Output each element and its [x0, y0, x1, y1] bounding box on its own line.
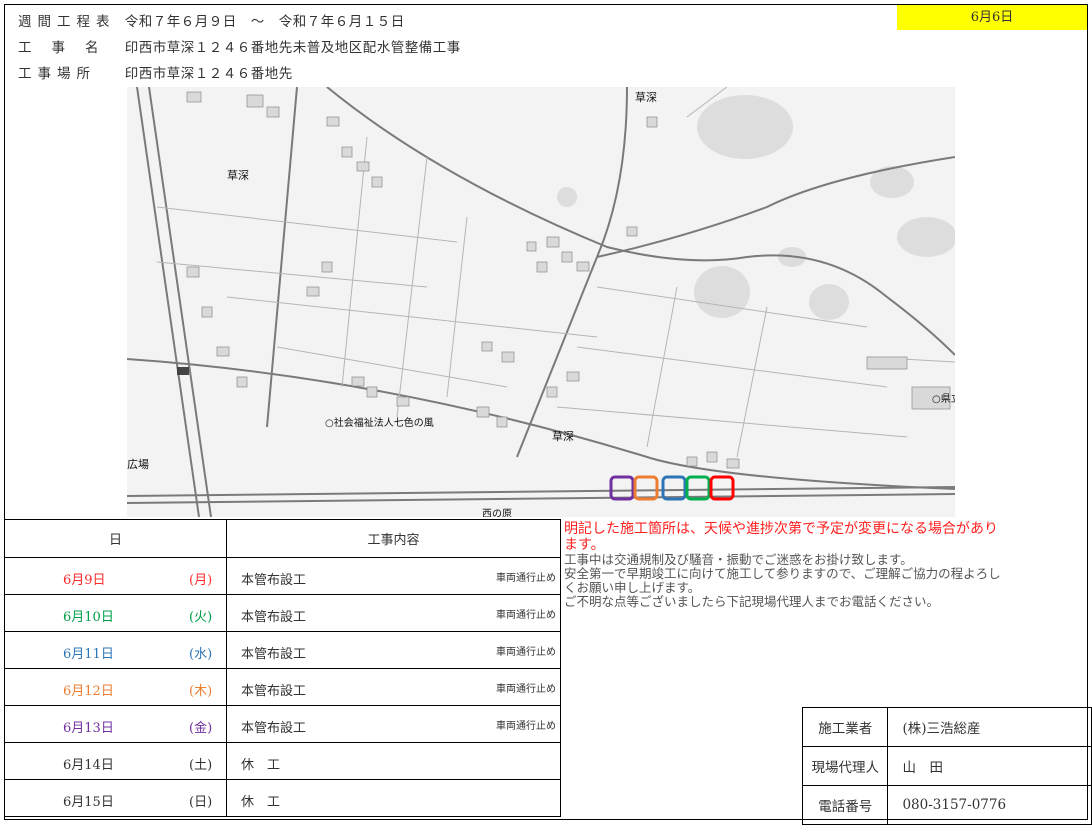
row-note: 車両通行止め [496, 573, 556, 584]
row-weekday: (金) [189, 721, 213, 736]
col-day: 日 [4, 519, 227, 558]
schedule-label: 週間工程表 [18, 14, 116, 30]
row-date: 6月15日 [63, 795, 114, 810]
agent-name: 山 田 [887, 746, 1092, 786]
col-work: 工事内容 [226, 519, 561, 558]
row-date: 6月14日 [63, 758, 114, 773]
row-date: 6月11日 [63, 647, 114, 662]
project-label: 工事名 [18, 40, 119, 56]
project-row: 工事名 印西市草深１２４６番地先未普及地区配水管整備工事 [18, 36, 461, 56]
map-label-hiroba: 広場 [127, 458, 149, 471]
notice-line-1: 工事中は交通規制及び騒音・振動でご迷惑をお掛け致します。 [564, 552, 913, 567]
row-note: 車両通行止め [496, 647, 556, 658]
agent-row: 現場代理人 山 田 [801, 746, 1092, 786]
map-label-kusabuka-1: 草深 [227, 169, 249, 182]
work-cell: 休 工 [226, 742, 561, 780]
issue-date: 6月6日 [897, 5, 1087, 30]
contractor-row: 施工業者 (株)三浩総産 [801, 707, 1092, 747]
phone-label: 電話番号 [801, 785, 889, 825]
notice-line-3: ご不明な点等ございましたら下記現場代理人までお電話ください。 [564, 594, 940, 609]
work-cell: 本管布設工 車両通行止め [226, 705, 561, 743]
contact-table: 施工業者 (株)三浩総産 現場代理人 山 田 電話番号 080-3157-077… [801, 707, 1092, 825]
work-cell: 本管布設工 車両通行止め [226, 557, 561, 595]
map-label-nishinohara: 西の原 [482, 508, 512, 517]
row-date: 6月13日 [63, 721, 114, 736]
ponds [557, 95, 955, 320]
day-cell: 6月12日 (木) [4, 668, 227, 706]
agent-label: 現場代理人 [801, 746, 889, 786]
notice-block: 明記した施工箇所は、天候や進捗次第で予定が変更になる場合があります。 工事中は交… [564, 521, 1004, 609]
site-name: 印西市草深１２４６番地先 [124, 66, 293, 82]
row-work: 本管布設工 [241, 573, 307, 588]
schedule-header-row: 週間工程表 令和７年６月９日 ～ 令和７年６月１５日 [18, 10, 405, 30]
work-cell: 本管布設工 車両通行止め [226, 668, 561, 706]
day-cell: 6月15日 (日) [4, 779, 227, 817]
row-work: 本管布設工 [241, 721, 307, 736]
map-label-welfare: ○社会福祉法人七色の風 [325, 416, 434, 429]
construction-marker-4 [685, 475, 711, 501]
phone-number[interactable]: 080-3157-0776 [887, 785, 1092, 825]
map-label-kusabuka-2: 草深 [635, 91, 657, 104]
schedule-row: 6月12日 (木) 本管布設工 車両通行止め [4, 668, 561, 706]
phone-row: 電話番号 080-3157-0776 [801, 785, 1092, 825]
notice-line-2: 安全第一で早期竣工に向けて施工して参りますので、ご理解ご協力の程よろしくお願い申… [564, 566, 1001, 595]
schedule-row: 6月13日 (金) 本管布設工 車両通行止め [4, 705, 561, 743]
map-label-kusabuka-3: 草深 [552, 430, 574, 443]
minor-roads [156, 87, 955, 458]
day-cell: 6月14日 (土) [4, 742, 227, 780]
site-label: 工事場所 [18, 66, 96, 82]
work-cell: 休 工 [226, 779, 561, 817]
row-weekday: (水) [189, 647, 213, 662]
day-cell: 6月9日 (月) [4, 557, 227, 595]
work-cell: 本管布設工 車両通行止め [226, 631, 561, 669]
row-work: 本管布設工 [241, 610, 307, 625]
row-date: 6月10日 [63, 610, 114, 625]
row-date: 6月12日 [63, 684, 114, 699]
row-note: 車両通行止め [496, 684, 556, 695]
construction-marker-2 [633, 475, 659, 501]
row-date: 6月9日 [63, 573, 106, 588]
map-graphic: 草深 草深 草深 広場 ○社会福祉法人七色の風 ○県立 西の原 [127, 87, 955, 517]
schedule-row: 6月11日 (水) 本管布設工 車両通行止め [4, 631, 561, 669]
schedule-row: 6月9日 (月) 本管布設工 車両通行止め [4, 557, 561, 595]
construction-marker-3 [661, 475, 687, 501]
site-map: 草深 草深 草深 広場 ○社会福祉法人七色の風 ○県立 西の原 [127, 87, 955, 517]
day-cell: 6月13日 (金) [4, 705, 227, 743]
map-label-prefectural: ○県立 [932, 392, 955, 405]
day-cell: 6月10日 (火) [4, 594, 227, 632]
row-note: 車両通行止め [496, 721, 556, 732]
buildings [186, 91, 951, 469]
schedule-row: 6月15日 (日) 休 工 [4, 779, 561, 817]
site-row: 工事場所 印西市草深１２４６番地先 [18, 62, 293, 82]
contractor-label: 施工業者 [801, 707, 889, 747]
day-cell: 6月11日 (水) [4, 631, 227, 669]
row-work: 本管布設工 [241, 647, 307, 662]
row-weekday: (木) [189, 684, 213, 699]
row-weekday: (火) [189, 610, 213, 625]
contractor-name: (株)三浩総産 [887, 707, 1092, 747]
work-cell: 本管布設工 車両通行止め [226, 594, 561, 632]
row-note: 車両通行止め [496, 610, 556, 621]
row-work: 本管布設工 [241, 684, 307, 699]
schedule-table: 日 工事内容 6月9日 (月) 本管布設工 車両通行止め 6月10日 (火) 本管布設工 車両… [4, 519, 561, 817]
construction-marker-1 [609, 475, 635, 501]
row-work: 休 工 [241, 758, 281, 773]
schedule-header: 日 工事内容 [4, 519, 561, 558]
row-weekday: (土) [189, 758, 213, 773]
project-name: 印西市草深１２４６番地先未普及地区配水管整備工事 [124, 40, 461, 56]
row-work: 休 工 [241, 795, 281, 810]
schedule-period: 令和７年６月９日 ～ 令和７年６月１５日 [124, 14, 405, 30]
row-weekday: (月) [189, 573, 213, 588]
bus-stop-icon [177, 367, 189, 375]
notice-warning: 明記した施工箇所は、天候や進捗次第で予定が変更になる場合があります。 [564, 521, 998, 553]
row-weekday: (日) [189, 795, 213, 810]
schedule-row: 6月10日 (火) 本管布設工 車両通行止め [4, 594, 561, 632]
schedule-row: 6月14日 (土) 休 工 [4, 742, 561, 780]
